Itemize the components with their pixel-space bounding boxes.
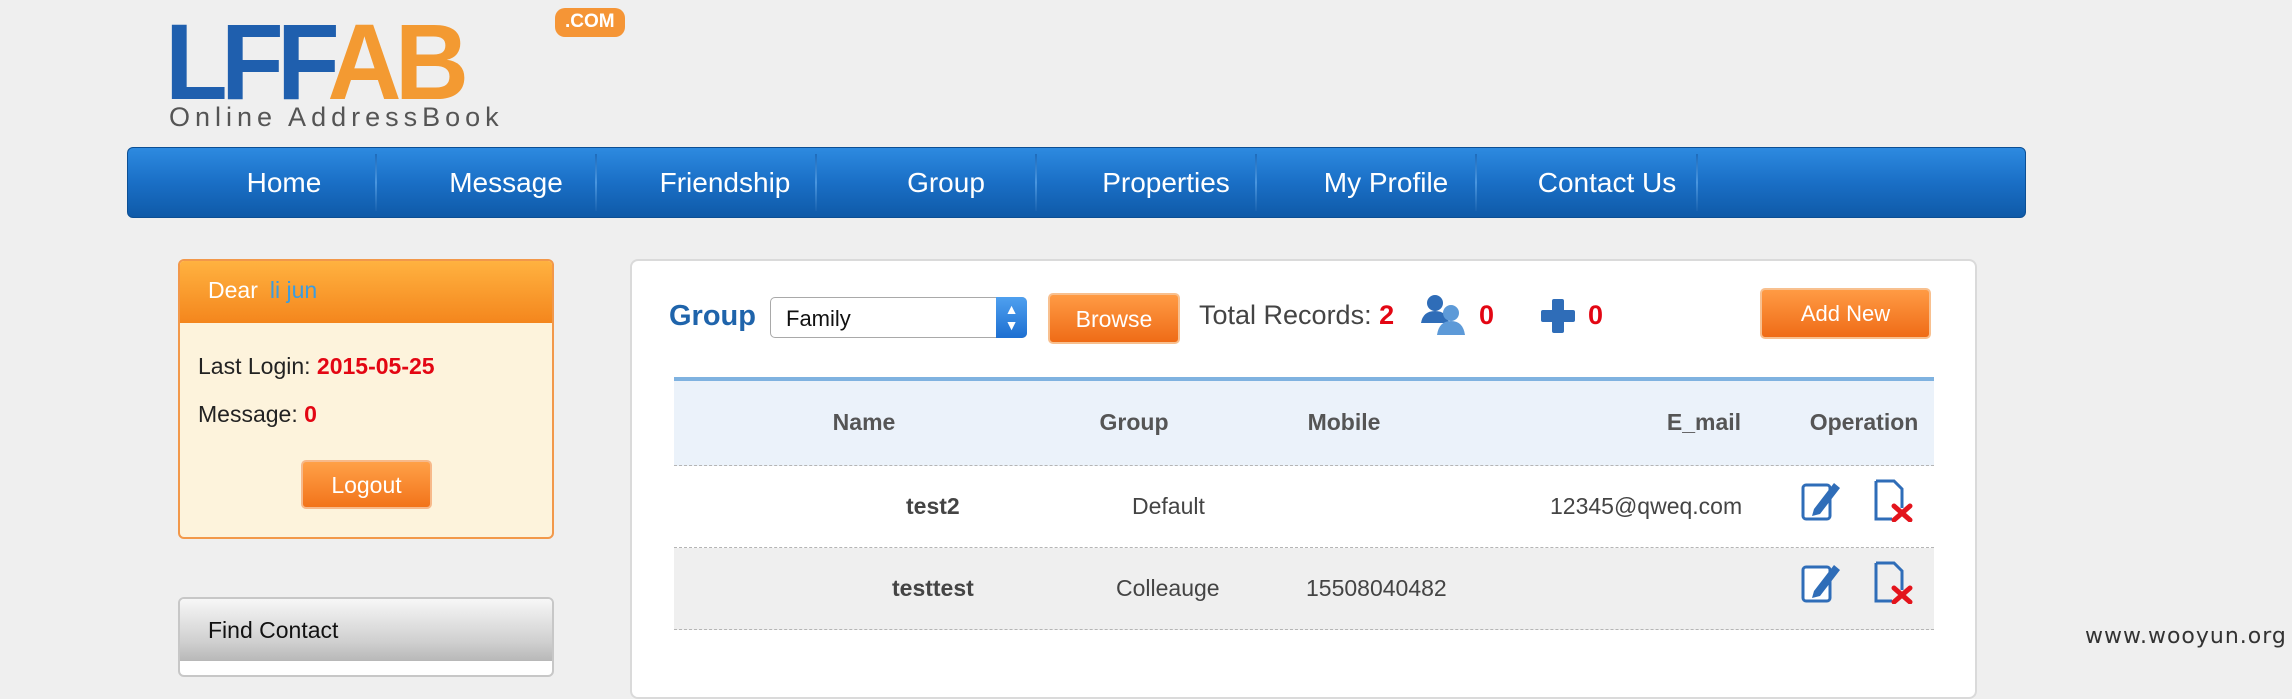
col-mobile: Mobile — [1307, 409, 1381, 435]
col-operation: Operation — [1809, 409, 1919, 435]
cell-group: Colleauge — [1116, 575, 1220, 601]
cell-name: test2 — [906, 493, 960, 519]
message-label: Message: — [198, 401, 298, 427]
col-email: E_mail — [1666, 409, 1742, 435]
plus-icon — [1539, 297, 1577, 340]
last-login-value: 2015-05-25 — [316, 353, 435, 379]
edit-icon[interactable] — [1800, 478, 1842, 527]
table-header: Name Group Mobile E_mail Operation — [674, 377, 1934, 466]
col-name: Name — [832, 409, 896, 435]
find-contact-title: Find Contact — [180, 599, 552, 661]
logo-com-badge: .COM — [555, 8, 625, 37]
nav-message[interactable]: Message — [396, 148, 616, 217]
nav-separator — [1255, 154, 1257, 211]
logout-button[interactable]: Logout — [301, 460, 432, 509]
last-login-line: Last Login: 2015-05-25 — [198, 353, 435, 380]
message-line: Message: 0 — [198, 401, 317, 428]
user-greeting: Dear li jun — [180, 261, 552, 323]
users-count: 0 — [1479, 300, 1495, 330]
nav-separator — [815, 154, 817, 211]
plus-count: 0 — [1588, 300, 1604, 330]
total-records: Total Records: 2 — [1199, 300, 1394, 331]
nav-group[interactable]: Group — [836, 148, 1056, 217]
nav-separator — [595, 154, 597, 211]
last-login-label: Last Login: — [198, 353, 311, 379]
group-label: Group — [669, 300, 756, 332]
logo-wordmark: LFFAB — [165, 1, 469, 122]
nav-separator — [375, 154, 377, 211]
nav-separator — [1035, 154, 1037, 211]
find-contact-panel: Find Contact — [178, 597, 554, 677]
group-select[interactable]: Family ▲ ▼ — [770, 297, 1027, 338]
nav-contact-us[interactable]: Contact Us — [1497, 148, 1717, 217]
nav-properties[interactable]: Properties — [1056, 148, 1276, 217]
delete-icon[interactable] — [1872, 478, 1914, 527]
add-new-button[interactable]: Add New — [1760, 288, 1931, 339]
nav-friendship[interactable]: Friendship — [615, 148, 835, 217]
nav-home[interactable]: Home — [174, 148, 394, 217]
edit-icon[interactable] — [1800, 560, 1842, 609]
cell-name: testtest — [892, 575, 974, 601]
group-select-value: Family — [786, 306, 851, 331]
greeting-label: Dear — [208, 277, 258, 303]
main-nav: Home Message Friendship Group Properties… — [127, 147, 2026, 218]
total-records-count: 2 — [1379, 300, 1395, 330]
col-group: Group — [1099, 409, 1169, 435]
table-row: test2 Default 12345@qweq.com — [674, 466, 1934, 548]
browse-button[interactable]: Browse — [1048, 293, 1180, 344]
message-count: 0 — [304, 401, 317, 427]
nav-separator — [1475, 154, 1477, 211]
total-records-label: Total Records: — [1199, 300, 1372, 330]
cell-group: Default — [1132, 493, 1205, 519]
user-panel: Dear li jun Last Login: 2015-05-25 Messag… — [178, 259, 554, 539]
delete-icon[interactable] — [1872, 560, 1914, 609]
user-name: li jun — [269, 277, 318, 303]
table-row: testtest Colleauge 15508040482 — [674, 548, 1934, 630]
select-arrows-icon[interactable]: ▲ ▼ — [996, 297, 1027, 338]
logo-tagline: Online AddressBook — [169, 102, 504, 132]
cell-email: 12345@qweq.com — [1550, 493, 1743, 519]
watermark-text: www.wooyun.org — [2085, 624, 2287, 649]
site-logo[interactable]: LFFAB .COM Online AddressBook — [165, 8, 625, 134]
users-icon — [1419, 293, 1469, 342]
contacts-table: Name Group Mobile E_mail Operation test2… — [674, 377, 1934, 630]
nav-my-profile[interactable]: My Profile — [1276, 148, 1496, 217]
nav-separator — [1696, 154, 1698, 211]
cell-mobile: 15508040482 — [1306, 575, 1447, 601]
